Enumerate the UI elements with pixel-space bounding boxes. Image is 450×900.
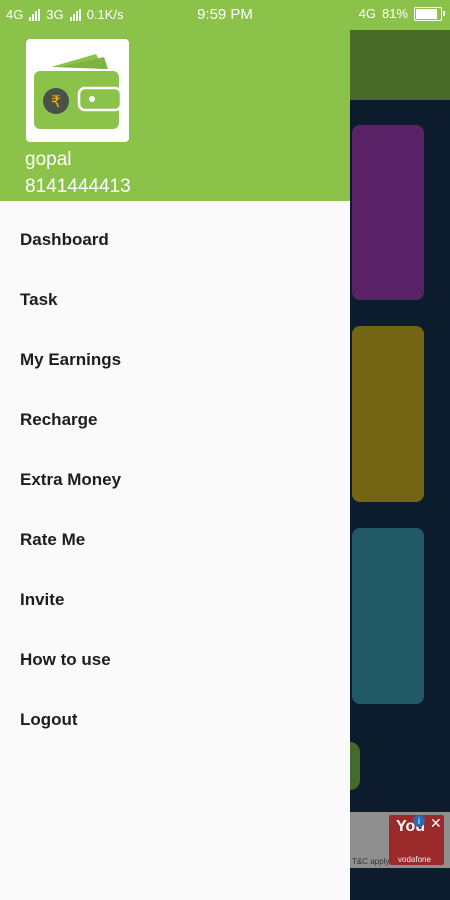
background-card-1 bbox=[352, 125, 424, 300]
close-icon[interactable]: ✕ bbox=[430, 815, 442, 832]
menu-item-recharge[interactable]: Recharge bbox=[0, 390, 350, 450]
menu-item-rate-me[interactable]: Rate Me bbox=[0, 510, 350, 570]
status-bar: 4G 3G 0.1K/s 9:59 PM 4G 81% bbox=[0, 0, 450, 30]
background-toolbar bbox=[350, 30, 450, 100]
status-right: 4G 81% bbox=[358, 6, 445, 21]
navigation-drawer: ₹ gopal 8141444413 Dashboard Task My Ear… bbox=[0, 30, 350, 900]
menu-item-extra-money[interactable]: Extra Money bbox=[0, 450, 350, 510]
menu-item-task[interactable]: Task bbox=[0, 270, 350, 330]
user-phone: 8141444413 bbox=[25, 176, 131, 197]
background-card-3 bbox=[352, 528, 424, 704]
drawer-menu: Dashboard Task My Earnings Recharge Extr… bbox=[0, 210, 350, 750]
user-name: gopal bbox=[25, 149, 72, 170]
menu-item-logout[interactable]: Logout bbox=[0, 690, 350, 750]
background-card-2 bbox=[352, 326, 424, 502]
menu-item-dashboard[interactable]: Dashboard bbox=[0, 210, 350, 270]
wallet-icon: ₹ bbox=[26, 39, 129, 142]
ad-text: T&C apply bbox=[352, 857, 390, 866]
menu-item-invite[interactable]: Invite bbox=[0, 570, 350, 630]
menu-item-my-earnings[interactable]: My Earnings bbox=[0, 330, 350, 390]
battery-icon bbox=[414, 6, 445, 21]
info-icon[interactable]: i bbox=[413, 815, 425, 827]
menu-item-how-to-use[interactable]: How to use bbox=[0, 630, 350, 690]
battery-percent: 81% bbox=[381, 6, 408, 21]
background-button bbox=[350, 742, 360, 790]
svg-text:₹: ₹ bbox=[51, 92, 61, 111]
ad-brand: vodafone bbox=[398, 855, 431, 864]
drawer-header: ₹ gopal 8141444413 bbox=[0, 30, 350, 201]
network-label-3: 4G bbox=[358, 6, 376, 21]
